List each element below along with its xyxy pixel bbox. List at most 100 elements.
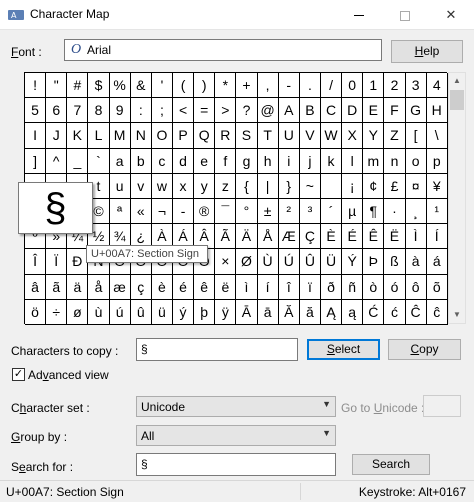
character-cell[interactable]: ? [236,98,258,124]
characters-to-copy-input[interactable]: § [136,338,298,361]
character-cell[interactable]: 2 [384,73,406,99]
character-cell[interactable]: F [384,98,406,124]
help-button[interactable]: Help [391,40,463,63]
character-cell[interactable]: i [278,148,300,174]
character-cell[interactable]: % [109,73,131,99]
character-cell[interactable]: ì [236,274,258,300]
character-cell[interactable]: · [384,198,406,225]
character-cell[interactable]: þ [194,299,216,325]
character-cell[interactable]: Ü [320,249,343,275]
character-cell[interactable]: b [130,148,152,174]
character-cell[interactable]: O [151,123,173,149]
character-set-dropdown[interactable]: Unicode ▼ [136,396,336,417]
character-cell[interactable]: 4 [426,73,448,99]
scroll-up-icon[interactable]: ▲ [449,73,465,89]
character-cell[interactable]: , [257,73,279,99]
character-cell[interactable]: ¬ [151,198,173,225]
character-cell[interactable]: 0 [342,73,364,99]
character-cell[interactable]: Î [25,249,47,275]
character-cell[interactable]: U [278,123,300,149]
character-cell[interactable]: ç [130,274,152,300]
character-cell[interactable]: P [172,123,195,149]
character-cell[interactable]: h [257,148,279,174]
character-cell[interactable]: ¡ [342,173,364,199]
character-cell[interactable]: ( [172,73,195,99]
character-cell[interactable]: A [278,98,300,124]
character-cell[interactable]: ª [109,198,131,225]
character-cell[interactable]: ~ [299,173,321,199]
character-cell[interactable]: é [172,274,195,300]
character-cell[interactable]: â [25,274,47,300]
character-cell[interactable]: Ø [236,249,258,275]
character-cell[interactable]: Q [194,123,216,149]
character-cell[interactable]: E [363,98,385,124]
character-cell[interactable]: > [215,98,237,124]
character-cell[interactable]: Ý [342,249,364,275]
character-cell[interactable]: ñ [342,274,364,300]
character-cell[interactable]: ¤ [405,173,427,199]
character-cell[interactable]: V [299,123,321,149]
font-dropdown[interactable]: O Arial [64,39,382,61]
grid-scrollbar[interactable]: ▲ ▼ [448,72,466,324]
character-cell[interactable]: ) [194,73,216,99]
character-cell[interactable]: X [342,123,364,149]
character-cell[interactable]: ß [384,249,406,275]
character-cell[interactable]: ú [109,299,131,325]
character-cell[interactable]: 8 [88,98,110,124]
character-cell[interactable]: 6 [46,98,68,124]
character-cell[interactable]: Þ [363,249,385,275]
character-cell[interactable]: x [172,173,195,199]
character-cell[interactable]: ³ [299,198,321,225]
character-cell[interactable]: è [151,274,173,300]
character-cell[interactable]: & [130,73,152,99]
character-cell[interactable]: Ù [257,249,279,275]
character-cell[interactable]: z [215,173,237,199]
character-cell[interactable]: o [405,148,427,174]
character-cell[interactable]: ć [384,299,406,325]
character-cell[interactable]: M [109,123,131,149]
character-cell[interactable]: Ì [405,224,427,250]
character-cell[interactable]: ° [236,198,258,225]
character-cell[interactable]: å [88,274,110,300]
character-cell[interactable]: ® [194,198,216,225]
character-cell[interactable]: 1 [363,73,385,99]
character-cell[interactable]: ! [25,73,47,99]
character-cell[interactable]: î [278,274,300,300]
character-cell[interactable]: a [109,148,131,174]
character-cell[interactable]: K [67,123,89,149]
character-cell[interactable]: $ [88,73,110,99]
character-cell[interactable]: < [172,98,195,124]
copy-button[interactable]: Copy [388,339,461,360]
character-cell[interactable]: L [88,123,110,149]
character-cell[interactable]: È [320,224,343,250]
character-cell[interactable]: R [215,123,237,149]
character-cell[interactable]: á [426,249,448,275]
character-cell[interactable]: Ë [384,224,406,250]
character-cell[interactable]: w [151,173,173,199]
character-cell[interactable]: 3 [405,73,427,99]
character-cell[interactable]: ^ [46,148,68,174]
group-by-dropdown[interactable]: All ▼ [136,425,336,446]
character-cell[interactable]: I [25,123,47,149]
character-cell[interactable]: õ [426,274,448,300]
scroll-thumb[interactable] [450,90,464,110]
character-cell[interactable]: ´ [320,198,343,225]
character-cell[interactable]: p [426,148,448,174]
character-cell[interactable]: ` [88,148,110,174]
character-cell[interactable]: N [130,123,152,149]
search-button[interactable]: Search [352,454,430,475]
character-cell[interactable]: _ [67,148,89,174]
character-cell[interactable]: = [194,98,216,124]
character-cell[interactable]: ù [88,299,110,325]
character-cell[interactable]: ø [67,299,89,325]
character-cell[interactable]: É [342,224,364,250]
character-cell[interactable]: ü [151,299,173,325]
character-cell[interactable]: { [236,173,258,199]
character-cell[interactable]: ý [172,299,195,325]
character-cell[interactable]: ¶ [363,198,385,225]
character-cell[interactable]: : [130,98,152,124]
character-cell[interactable]: ÿ [215,299,237,325]
character-cell[interactable]: k [320,148,343,174]
character-cell[interactable]: ¹ [426,198,448,225]
character-cell[interactable]: + [236,73,258,99]
